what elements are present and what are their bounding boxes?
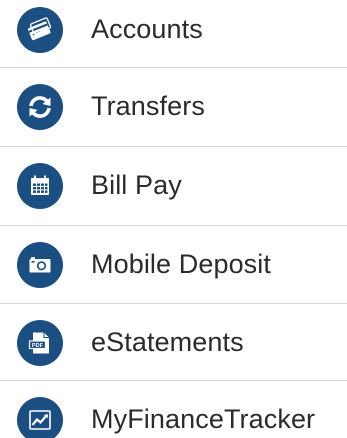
pdf-label: PDF <box>32 343 44 349</box>
menu-item-estatements[interactable]: PDF eStatements <box>0 304 347 382</box>
menu-item-myfinancetracker[interactable]: MyFinanceTracker <box>0 381 347 438</box>
menu-item-label: Bill Pay <box>91 169 182 200</box>
menu-item-label: Transfers <box>91 90 205 121</box>
menu-item-mobile-deposit[interactable]: Mobile Deposit <box>0 226 347 304</box>
credit-card-icon <box>17 7 63 53</box>
menu-item-label: Mobile Deposit <box>91 248 271 279</box>
menu-item-accounts[interactable]: Accounts <box>0 0 347 69</box>
menu-item-label: Accounts <box>91 13 203 44</box>
trend-chart-icon <box>17 397 63 438</box>
refresh-arrows-icon <box>17 84 63 130</box>
calendar-icon <box>17 163 63 209</box>
menu-item-label: MyFinanceTracker <box>91 403 316 434</box>
menu-item-bill-pay[interactable]: Bill Pay <box>0 147 347 225</box>
menu-item-transfers[interactable]: Transfers <box>0 68 347 146</box>
menu-item-label: eStatements <box>91 326 244 357</box>
camera-icon <box>17 242 63 288</box>
pdf-document-icon: PDF <box>17 320 63 366</box>
main-menu: Accounts Transfers Bill Pay Mobile Depos… <box>0 0 347 438</box>
